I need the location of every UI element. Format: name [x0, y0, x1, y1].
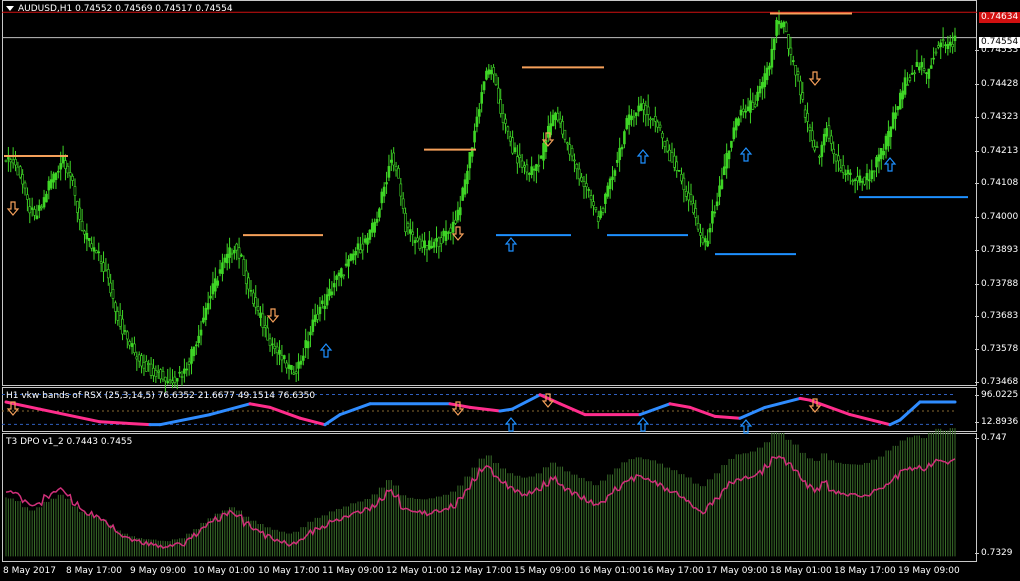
- date-label: 12 May 01:00: [386, 566, 448, 576]
- date-label: 16 May 01:00: [579, 566, 641, 576]
- date-label: 16 May 17:00: [642, 566, 704, 576]
- date-label: 19 May 09:00: [898, 566, 960, 576]
- date-label: 10 May 01:00: [193, 566, 255, 576]
- main-plot-area[interactable]: [2, 0, 977, 386]
- date-label: 10 May 17:00: [258, 566, 320, 576]
- date-label: 12 May 17:00: [450, 566, 512, 576]
- current-price-label: 0.74554: [979, 37, 1020, 48]
- price-tick: 0.73788: [974, 279, 1019, 289]
- price-tick: 0.74323: [974, 112, 1019, 122]
- date-label: 9 May 09:00: [130, 566, 186, 576]
- dpo-axis[interactable]: 0.747 0.7329: [975, 433, 1020, 562]
- price-tick: 0.74108: [974, 178, 1019, 188]
- dpo-label: T3 DPO v1_2 0.7443 0.7455: [6, 437, 133, 447]
- symbol-header: AUDUSD,H1 0.74552 0.74569 0.74517 0.7455…: [6, 4, 233, 14]
- dropdown-icon[interactable]: [6, 6, 14, 11]
- price-tick: 0.73893: [974, 245, 1019, 255]
- date-label: 18 May 01:00: [770, 566, 832, 576]
- date-label: 8 May 17:00: [66, 566, 122, 576]
- date-label: 17 May 09:00: [706, 566, 768, 576]
- date-label: 15 May 09:00: [514, 566, 576, 576]
- main-chart-pane[interactable]: AUDUSD,H1 0.74552 0.74569 0.74517 0.7455…: [0, 0, 1020, 387]
- price-tick: 0.74213: [974, 146, 1019, 156]
- dpo-indicator-pane[interactable]: T3 DPO v1_2 0.7443 0.7455 0.747 0.7329: [0, 433, 1020, 562]
- dpo-tick: 0.747: [975, 433, 1007, 443]
- date-label: 8 May 2017: [3, 566, 56, 576]
- price-axis[interactable]: 0.74533 0.74428 0.74323 0.74213 0.74108 …: [974, 0, 1020, 387]
- rsx-tick: 12.8936: [974, 417, 1019, 427]
- dpo-plot-area[interactable]: [2, 433, 977, 562]
- price-tick: 0.73683: [974, 311, 1019, 321]
- date-label: 18 May 17:00: [834, 566, 896, 576]
- date-label: 11 May 09:00: [322, 566, 384, 576]
- price-tick: 0.74428: [974, 79, 1019, 89]
- rsx-tick: 96.0225: [974, 390, 1019, 400]
- dpo-tick: 0.7329: [975, 548, 1013, 558]
- rsx-axis[interactable]: 96.0225 12.8936: [974, 387, 1020, 432]
- price-tick: 0.73468: [974, 377, 1019, 387]
- price-tick: 0.74000: [974, 212, 1019, 222]
- price-tick: 0.73578: [974, 344, 1019, 354]
- rsx-label: H1 vkw bands of RSX (25,3,14,5) 76.6352 …: [6, 391, 316, 401]
- symbol-label: AUDUSD,H1 0.74552 0.74569 0.74517 0.7455…: [18, 4, 233, 14]
- red-line-price-label: 0.74634: [979, 12, 1020, 23]
- rsx-indicator-pane[interactable]: H1 vkw bands of RSX (25,3,14,5) 76.6352 …: [0, 387, 1020, 432]
